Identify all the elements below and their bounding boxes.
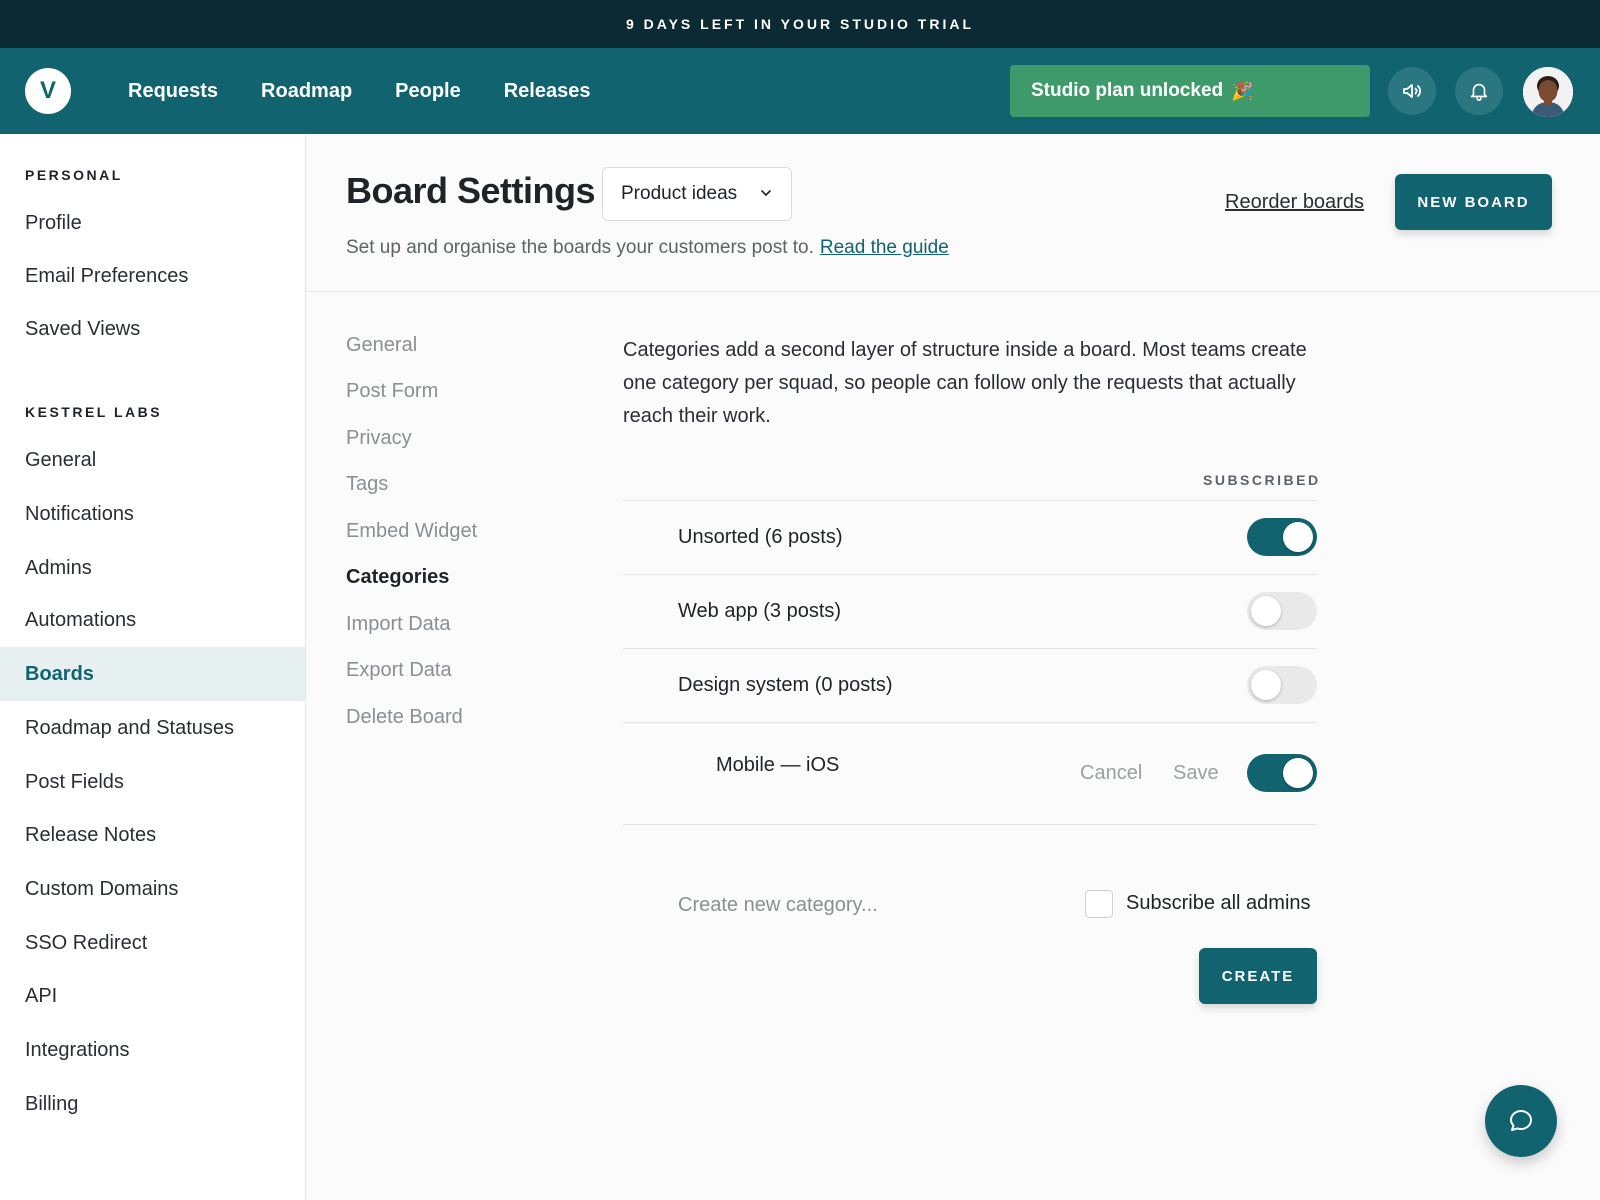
subnav-tags[interactable]: Tags bbox=[346, 473, 388, 496]
subnav-privacy[interactable]: Privacy bbox=[346, 427, 412, 450]
nav-releases[interactable]: Releases bbox=[504, 80, 591, 103]
sidebar-item-billing[interactable]: Billing bbox=[0, 1077, 305, 1131]
subscribe-toggle[interactable] bbox=[1247, 666, 1317, 704]
sidebar-item-automations[interactable]: Automations bbox=[0, 593, 305, 647]
subnav-categories[interactable]: Categories bbox=[346, 566, 449, 589]
main-nav: Requests Roadmap People Releases bbox=[128, 48, 633, 134]
sidebar-item-sso-redirect[interactable]: SSO Redirect bbox=[0, 916, 305, 970]
new-category-input[interactable] bbox=[678, 894, 1038, 917]
subnav-delete-board[interactable]: Delete Board bbox=[346, 706, 463, 729]
subscribe-toggle[interactable] bbox=[1247, 754, 1317, 792]
category-row: Unsorted (6 posts) bbox=[623, 501, 1317, 573]
read-guide-link[interactable]: Read the guide bbox=[820, 237, 949, 258]
create-category-button[interactable]: CREATE bbox=[1199, 948, 1317, 1004]
studio-plan-button[interactable]: Studio plan unlocked 🎉 bbox=[1010, 65, 1370, 117]
categories-description: Categories add a second layer of structu… bbox=[623, 339, 1307, 427]
subnav-import-data[interactable]: Import Data bbox=[346, 613, 450, 636]
sidebar-item-general[interactable]: General bbox=[0, 433, 305, 487]
category-edit-row: Cancel Save bbox=[623, 722, 1317, 824]
user-avatar-icon bbox=[1523, 67, 1573, 117]
subscribe-toggle[interactable] bbox=[1247, 518, 1317, 556]
nav-requests[interactable]: Requests bbox=[128, 80, 218, 103]
sidebar-heading-personal: PERSONAL bbox=[25, 167, 123, 183]
subscribe-toggle[interactable] bbox=[1247, 592, 1317, 630]
category-name[interactable]: Design system (0 posts) bbox=[678, 649, 893, 721]
page-header: Board Settings Product ideas Set up and … bbox=[306, 134, 1600, 292]
divider bbox=[623, 824, 1317, 825]
sidebar-item-integrations[interactable]: Integrations bbox=[0, 1023, 305, 1077]
settings-sidebar: PERSONAL Profile Email Preferences Saved… bbox=[0, 134, 306, 1200]
category-name[interactable]: Web app (3 posts) bbox=[678, 575, 841, 647]
page-title: Board Settings bbox=[346, 170, 596, 211]
subscribed-column-header: SUBSCRIBED bbox=[1203, 472, 1321, 488]
subnav-export-data[interactable]: Export Data bbox=[346, 659, 452, 682]
notifications-button[interactable] bbox=[1455, 67, 1503, 115]
subtitle-text: Set up and organise the boards your cust… bbox=[346, 237, 814, 258]
new-board-button[interactable]: NEW BOARD bbox=[1395, 174, 1552, 230]
subscribe-all-admins-label[interactable]: Subscribe all admins bbox=[1126, 892, 1311, 915]
sidebar-item-email-preferences[interactable]: Email Preferences bbox=[0, 249, 305, 303]
toggle-knob bbox=[1251, 670, 1281, 700]
subscribe-all-admins-checkbox[interactable] bbox=[1085, 890, 1113, 918]
board-select-value: Product ideas bbox=[621, 183, 738, 204]
toggle-knob bbox=[1283, 758, 1313, 788]
bell-icon bbox=[1470, 83, 1488, 101]
sidebar-item-admins[interactable]: Admins bbox=[0, 541, 305, 595]
sidebar-item-custom-domains[interactable]: Custom Domains bbox=[0, 862, 305, 916]
chat-launcher-button[interactable] bbox=[1485, 1085, 1557, 1157]
chat-bubble-icon bbox=[1510, 1110, 1532, 1131]
trial-banner: 9 DAYS LEFT IN YOUR STUDIO TRIAL bbox=[0, 0, 1600, 48]
sidebar-item-release-notes[interactable]: Release Notes bbox=[0, 808, 305, 862]
subnav-embed-widget[interactable]: Embed Widget bbox=[346, 520, 477, 543]
cancel-button[interactable]: Cancel bbox=[1080, 762, 1142, 785]
reorder-boards-link[interactable]: Reorder boards bbox=[1225, 191, 1364, 214]
app-logo[interactable]: V bbox=[25, 68, 71, 114]
sidebar-item-saved-views[interactable]: Saved Views bbox=[0, 302, 305, 356]
top-navigation: V Requests Roadmap People Releases Studi… bbox=[0, 48, 1600, 134]
save-button[interactable]: Save bbox=[1173, 762, 1219, 785]
nav-roadmap[interactable]: Roadmap bbox=[261, 80, 352, 103]
category-row: Design system (0 posts) bbox=[623, 649, 1317, 721]
megaphone-icon bbox=[1403, 84, 1421, 98]
sidebar-item-roadmap-statuses[interactable]: Roadmap and Statuses bbox=[0, 701, 305, 755]
sidebar-item-post-fields[interactable]: Post Fields bbox=[0, 755, 305, 809]
category-row: Web app (3 posts) bbox=[623, 575, 1317, 647]
plan-button-label: Studio plan unlocked bbox=[1031, 80, 1224, 101]
avatar[interactable] bbox=[1523, 67, 1573, 117]
toggle-knob bbox=[1283, 522, 1313, 552]
board-select-dropdown[interactable]: Product ideas bbox=[602, 167, 792, 221]
subnav-general[interactable]: General bbox=[346, 334, 417, 357]
category-name[interactable]: Unsorted (6 posts) bbox=[678, 501, 843, 573]
megaphone-button[interactable] bbox=[1388, 67, 1436, 115]
category-name-input[interactable] bbox=[716, 754, 1016, 777]
chevron-down-icon bbox=[761, 190, 771, 196]
toggle-knob bbox=[1251, 596, 1281, 626]
sidebar-item-api[interactable]: API bbox=[0, 969, 305, 1023]
party-popper-icon: 🎉 bbox=[1231, 80, 1254, 101]
subnav-post-form[interactable]: Post Form bbox=[346, 380, 438, 403]
sidebar-item-boards[interactable]: Boards bbox=[0, 647, 305, 701]
main-content: Board Settings Product ideas Set up and … bbox=[306, 134, 1600, 1200]
sidebar-item-profile[interactable]: Profile bbox=[0, 196, 305, 250]
page-subtitle: Set up and organise the boards your cust… bbox=[346, 237, 949, 259]
sidebar-item-notifications[interactable]: Notifications bbox=[0, 487, 305, 541]
nav-people[interactable]: People bbox=[395, 80, 461, 103]
sidebar-heading-org: KESTREL LABS bbox=[25, 404, 163, 420]
